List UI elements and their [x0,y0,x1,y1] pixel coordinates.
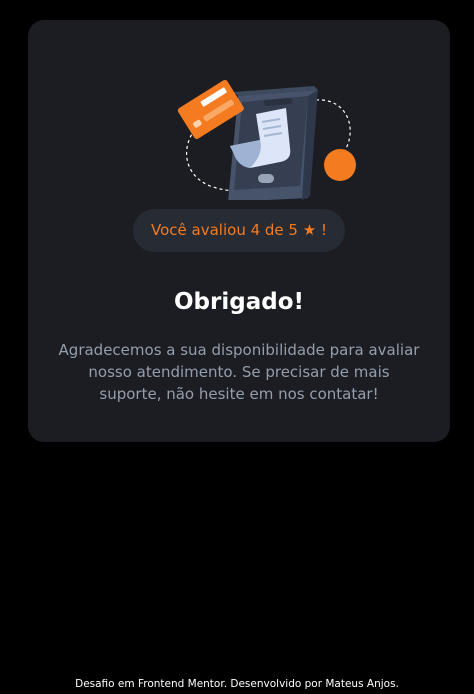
rating-result-badge: Você avaliou 4 de 5 ★ ! [133,209,345,252]
page: Você avaliou 4 de 5 ★ ! Obrigado! Agrade… [0,0,474,694]
rating-result-text: Você avaliou 4 de 5 ★ ! [151,221,327,239]
coin-icon [324,149,356,181]
payment-phone-illustration [177,79,356,200]
thank-you-message: Agradecemos a sua disponibilidade para a… [58,341,420,403]
dotted-orbit-right-icon [315,99,351,153]
thank-you-title: Obrigado! [174,289,304,315]
footer-attribution: Desafio em Frontend Mentor. Desenvolvido… [75,678,399,690]
thank-you-card: Você avaliou 4 de 5 ★ ! Obrigado! Agrade… [28,20,450,442]
